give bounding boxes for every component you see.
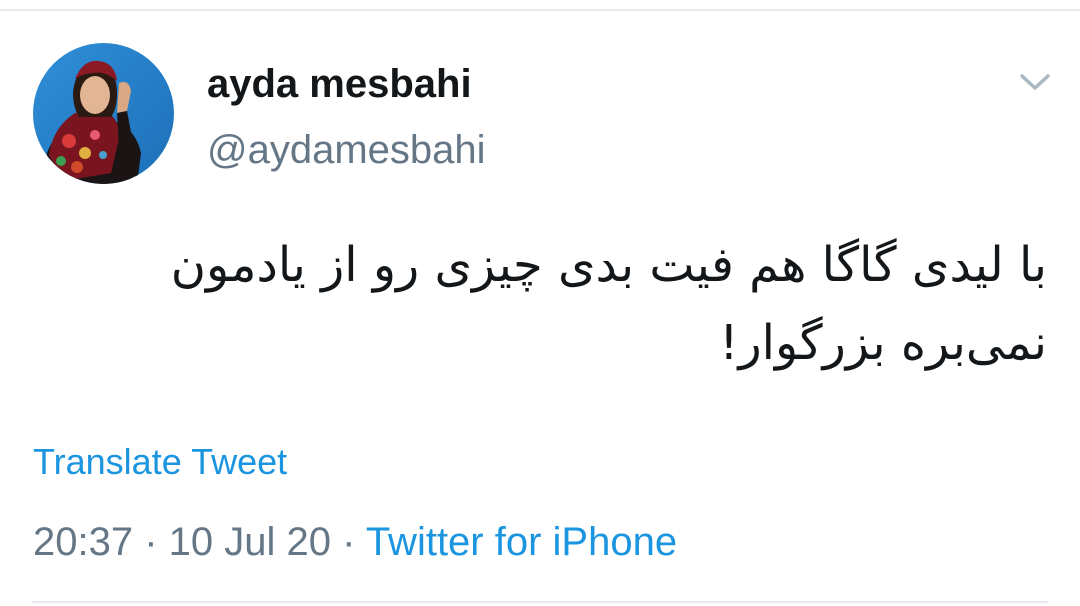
tweet-date[interactable]: 10 Jul 20 <box>169 520 331 564</box>
author-handle[interactable]: @aydamesbahi <box>207 126 486 174</box>
tweet-source-link[interactable]: Twitter for iPhone <box>366 520 677 564</box>
top-divider <box>0 9 1080 11</box>
author-display-name[interactable]: ayda mesbahi <box>207 60 472 108</box>
avatar[interactable] <box>33 43 174 184</box>
meta-separator: · <box>133 520 169 564</box>
tweet-metadata: 20:37 · 10 Jul 20 · Twitter for iPhone <box>33 518 677 566</box>
bottom-divider <box>32 601 1048 603</box>
tweet-detail: ayda mesbahi @aydamesbahi با لیدی گاگا ه… <box>0 0 1080 606</box>
translate-tweet-link[interactable]: Translate Tweet <box>33 440 287 484</box>
chevron-down-icon[interactable] <box>1016 70 1054 94</box>
tweet-text: با لیدی گاگا هم فیت بدی چیزی رو از یادمو… <box>170 237 1047 371</box>
meta-separator: · <box>331 520 366 564</box>
avatar-image <box>33 43 174 184</box>
tweet-time[interactable]: 20:37 <box>33 520 133 564</box>
